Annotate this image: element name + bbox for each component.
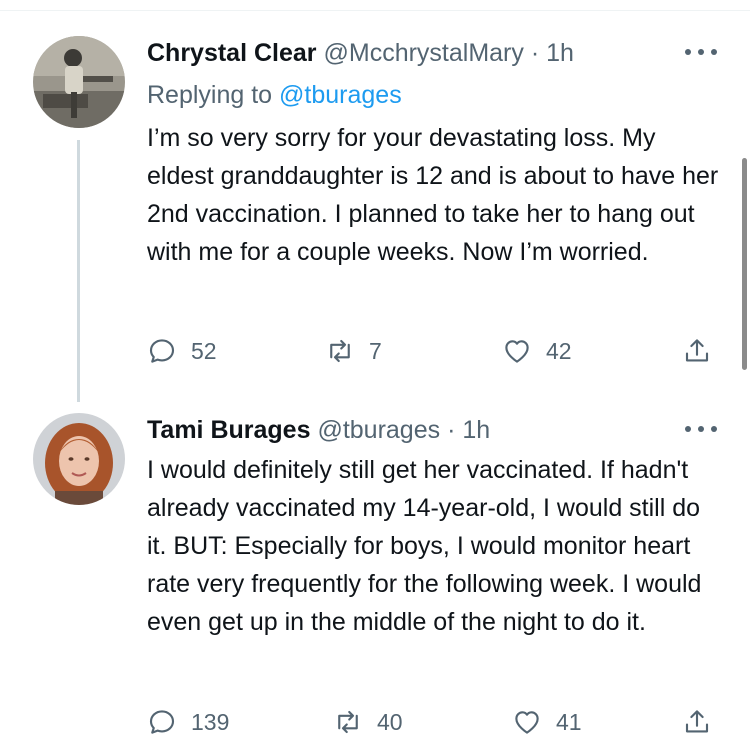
more-icon[interactable] — [685, 40, 717, 64]
replying-to-label: Replying to — [147, 81, 273, 109]
tweet-chrystal-clear[interactable]: Chrystal Clear @McchrystalMary · 1h Repl… — [0, 28, 750, 402]
more-icon[interactable] — [685, 417, 717, 441]
like-button[interactable]: 42 — [502, 331, 572, 371]
retweet-count: 7 — [369, 337, 382, 364]
user-handle[interactable]: @McchrystalMary — [323, 39, 523, 67]
reply-count: 139 — [191, 708, 230, 735]
heart-icon — [505, 340, 529, 363]
display-name[interactable]: Chrystal Clear — [147, 39, 317, 67]
user-handle[interactable]: @tburages — [317, 416, 440, 444]
top-divider — [0, 10, 750, 11]
tweet-header: Chrystal Clear @McchrystalMary · 1h — [147, 36, 574, 70]
tweet-text: I’m so very sorry for your devastating l… — [147, 124, 719, 266]
separator: · — [447, 416, 456, 444]
like-count: 41 — [556, 708, 582, 735]
retweet-icon — [338, 710, 358, 734]
mention-link[interactable]: @tburages — [279, 81, 402, 109]
replying-to: Replying to @tburages — [147, 78, 402, 112]
tweet-actions: 52 7 42 — [147, 331, 717, 371]
share-button[interactable] — [682, 331, 712, 371]
tweet-text: I would definitely still get her vaccina… — [147, 456, 702, 636]
tweet-tami-burages[interactable]: Tami Burages @tburages · 1h I would defi… — [0, 405, 750, 754]
avatar[interactable] — [33, 413, 125, 505]
reply-button[interactable]: 139 — [147, 702, 229, 742]
heart-icon — [515, 711, 539, 734]
retweet-icon — [330, 339, 350, 363]
retweet-count: 40 — [377, 708, 403, 735]
avatar[interactable] — [33, 36, 125, 128]
timestamp[interactable]: 1h — [462, 416, 490, 444]
thread-line — [77, 140, 80, 402]
timestamp[interactable]: 1h — [546, 39, 574, 67]
tweet-header: Tami Burages @tburages · 1h — [147, 413, 490, 447]
separator: · — [530, 39, 540, 67]
retweet-button[interactable]: 7 — [325, 331, 382, 371]
reply-icon — [149, 710, 175, 734]
reply-button[interactable]: 52 — [147, 331, 217, 371]
retweet-button[interactable]: 40 — [333, 702, 403, 742]
reply-count: 52 — [191, 337, 217, 364]
like-button[interactable]: 41 — [512, 702, 582, 742]
tweet-actions: 139 40 41 — [147, 702, 717, 742]
share-icon — [685, 710, 709, 733]
display-name[interactable]: Tami Burages — [147, 416, 310, 444]
like-count: 42 — [546, 337, 572, 364]
share-icon — [685, 339, 709, 362]
reply-icon — [149, 339, 175, 363]
share-button[interactable] — [682, 702, 712, 742]
